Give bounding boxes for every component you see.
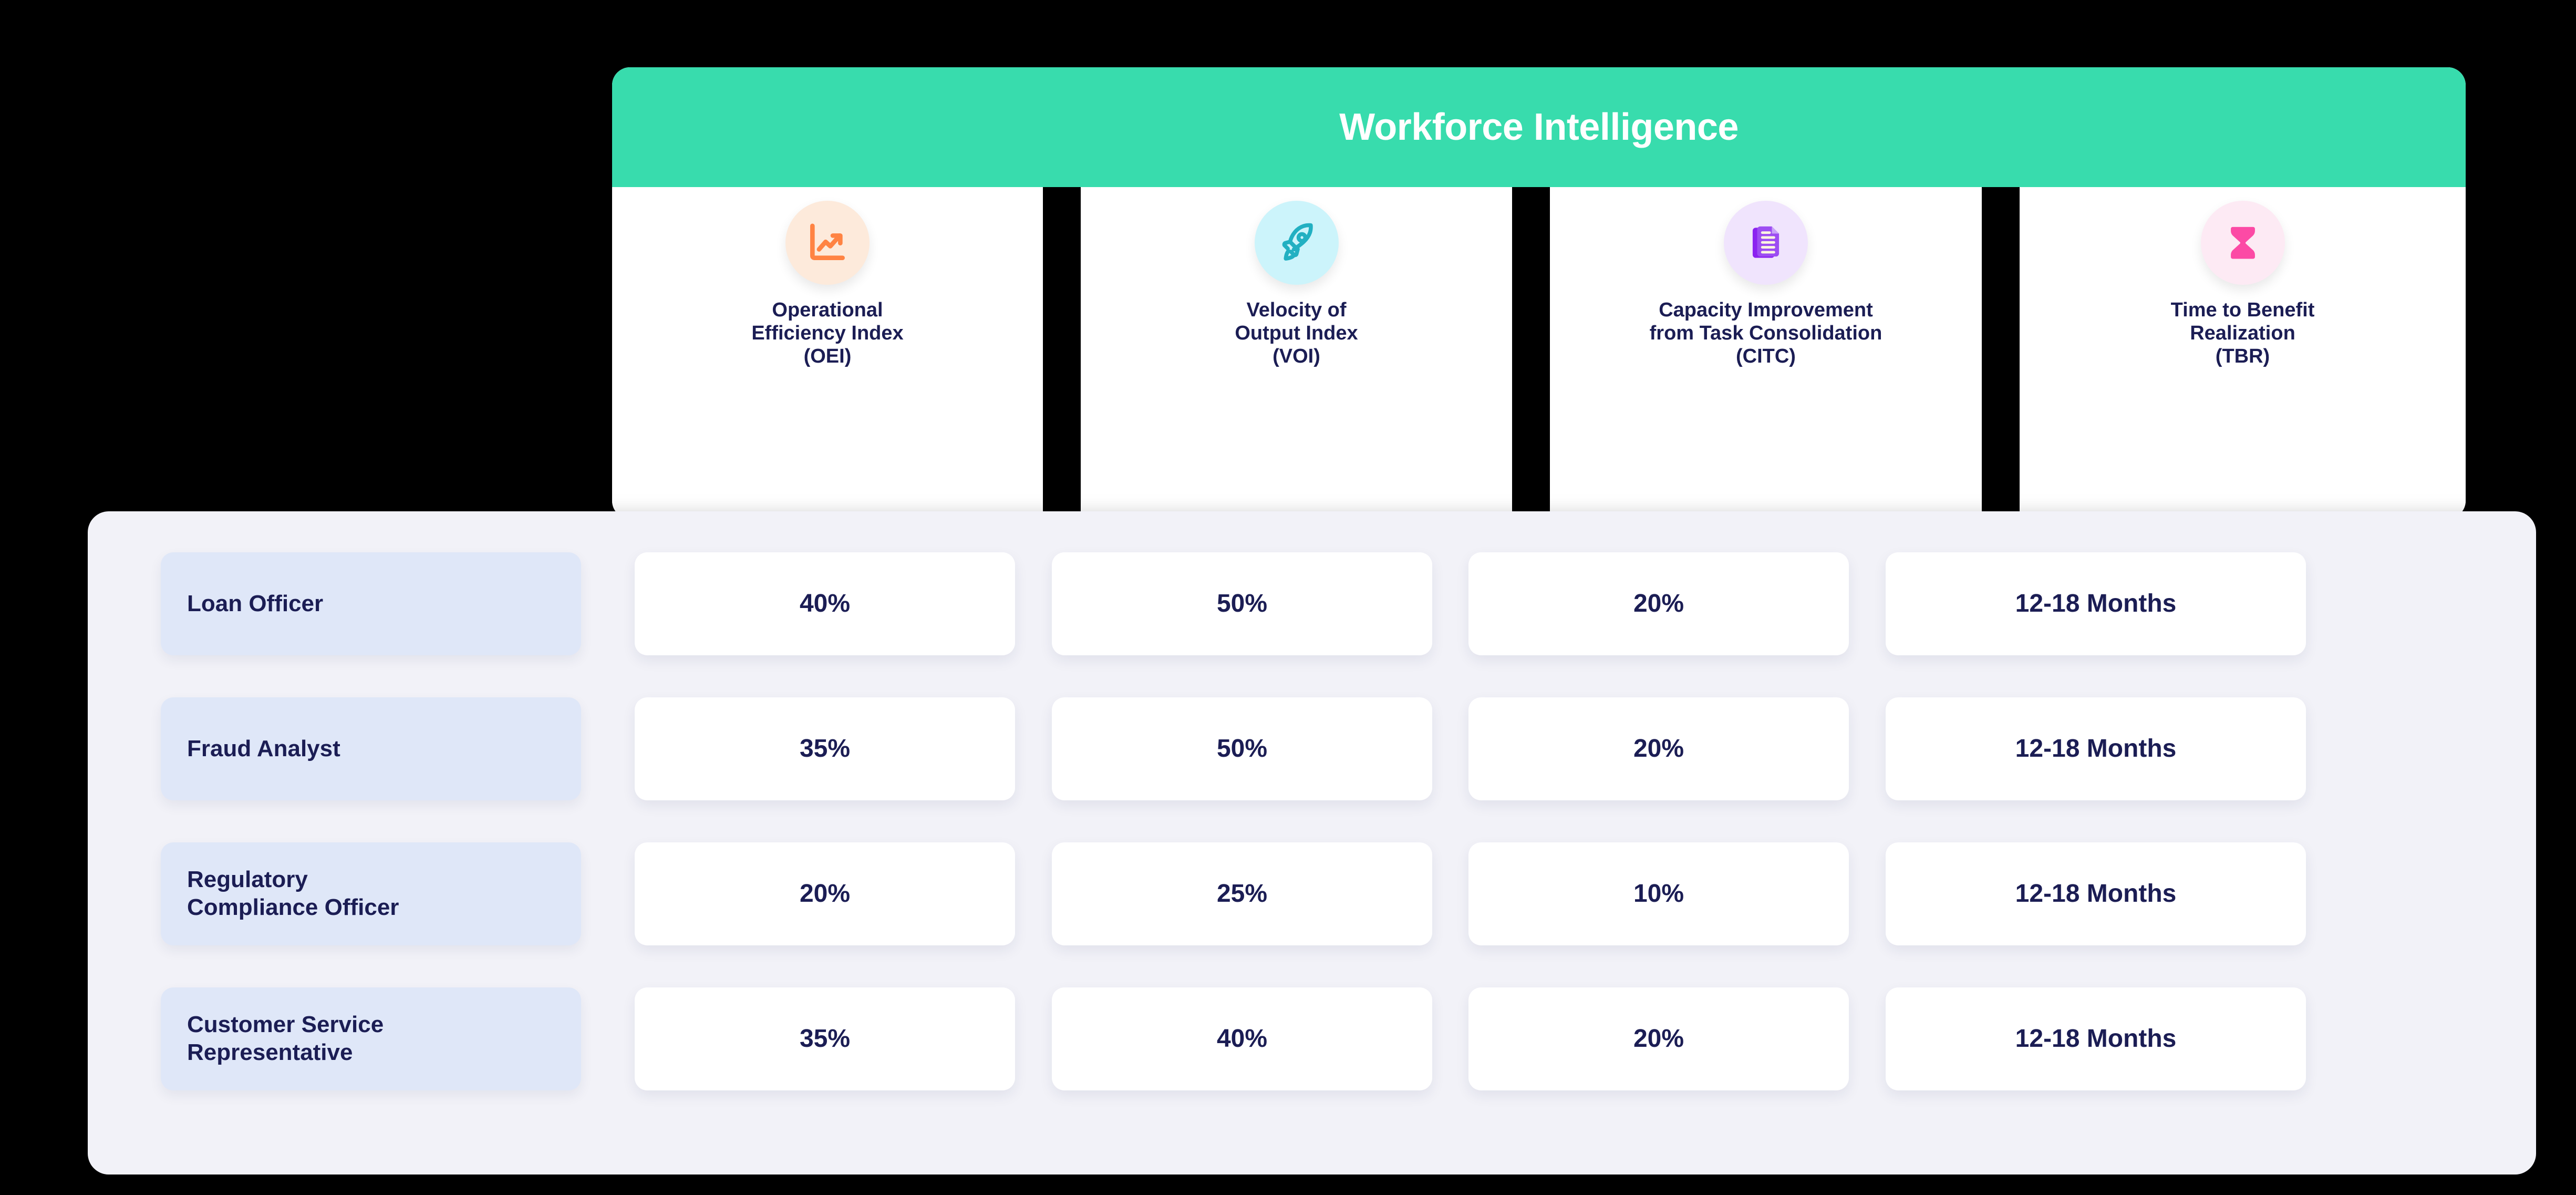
- role-cell[interactable]: Fraud Analyst: [161, 697, 581, 800]
- page-title: Workforce Intelligence: [1339, 106, 1739, 148]
- role-cell[interactable]: Loan Officer: [161, 552, 581, 655]
- metric-value: 20%: [799, 880, 851, 908]
- metric-value: 12-18 Months: [2015, 1025, 2177, 1053]
- metric-cell-tbr[interactable]: 12-18 Months: [1886, 842, 2306, 945]
- metric-column-voi[interactable]: Velocity of Output Index (VOI): [1081, 187, 1512, 519]
- metric-value: 40%: [1216, 1025, 1268, 1053]
- metric-value: 12-18 Months: [2015, 735, 2177, 763]
- metric-value: 10%: [1633, 880, 1684, 908]
- metric-label-citc: Capacity Improvement from Task Consolida…: [1649, 299, 1882, 368]
- metric-cell-voi[interactable]: 50%: [1052, 697, 1432, 800]
- rocket-icon: [1254, 201, 1339, 285]
- role-label: Fraud Analyst: [187, 735, 340, 761]
- workforce-intelligence-header-card: Workforce Intelligence Operational Effic…: [612, 67, 2466, 519]
- metric-column-header-row: Operational Efficiency Index (OEI) Veloc…: [612, 187, 2466, 519]
- metrics-table-panel: Loan Officer 40% 50% 20% 12-18 Months Fr…: [88, 511, 2536, 1175]
- hourglass-icon: [2200, 201, 2285, 285]
- header-banner: Workforce Intelligence: [612, 67, 2466, 187]
- metric-value: 40%: [799, 590, 851, 617]
- metric-column-oei[interactable]: Operational Efficiency Index (OEI): [612, 187, 1043, 519]
- chart-line-up-icon: [785, 201, 870, 285]
- metric-value: 12-18 Months: [2015, 880, 2177, 908]
- table-row: Regulatory Compliance Officer 20% 25% 10…: [88, 837, 2536, 951]
- metric-column-tbr[interactable]: Time to Benefit Realization (TBR): [2020, 187, 2466, 519]
- metric-value: 20%: [1633, 590, 1684, 617]
- metric-cell-oei[interactable]: 40%: [635, 552, 1015, 655]
- metric-cell-voi[interactable]: 50%: [1052, 552, 1432, 655]
- metric-cell-oei[interactable]: 20%: [635, 842, 1015, 945]
- metric-value: 12-18 Months: [2015, 590, 2177, 617]
- metric-cell-oei[interactable]: 35%: [635, 697, 1015, 800]
- metric-value: 25%: [1216, 880, 1268, 908]
- table-row: Customer Service Representative 35% 40% …: [88, 982, 2536, 1096]
- metric-label-oei: Operational Efficiency Index (OEI): [751, 299, 904, 368]
- metric-cell-tbr[interactable]: 12-18 Months: [1886, 697, 2306, 800]
- metric-label-voi: Velocity of Output Index (VOI): [1235, 299, 1358, 368]
- metric-cell-citc[interactable]: 20%: [1468, 697, 1849, 800]
- metric-cell-voi[interactable]: 25%: [1052, 842, 1432, 945]
- table-row: Fraud Analyst 35% 50% 20% 12-18 Months: [88, 692, 2536, 806]
- metric-cell-citc[interactable]: 20%: [1468, 987, 1849, 1090]
- metric-cell-citc[interactable]: 10%: [1468, 842, 1849, 945]
- role-label: Customer Service Representative: [187, 1012, 384, 1065]
- role-cell[interactable]: Regulatory Compliance Officer: [161, 842, 581, 945]
- metric-value: 50%: [1216, 735, 1268, 763]
- metric-cell-tbr[interactable]: 12-18 Months: [1886, 987, 2306, 1090]
- metric-cell-citc[interactable]: 20%: [1468, 552, 1849, 655]
- metric-value: 50%: [1216, 590, 1268, 617]
- role-label: Regulatory Compliance Officer: [187, 867, 399, 920]
- metric-value: 35%: [799, 1025, 851, 1053]
- metric-column-citc[interactable]: Capacity Improvement from Task Consolida…: [1550, 187, 1982, 519]
- column-divider-gap: [1043, 187, 1081, 519]
- column-divider-gap: [1982, 187, 2020, 519]
- metric-cell-voi[interactable]: 40%: [1052, 987, 1432, 1090]
- metric-cell-oei[interactable]: 35%: [635, 987, 1015, 1090]
- metric-cell-tbr[interactable]: 12-18 Months: [1886, 552, 2306, 655]
- metric-value: 20%: [1633, 1025, 1684, 1053]
- document-list-icon: [1724, 201, 1808, 285]
- role-cell[interactable]: Customer Service Representative: [161, 987, 581, 1090]
- metric-label-tbr: Time to Benefit Realization (TBR): [2170, 299, 2315, 368]
- table-row: Loan Officer 40% 50% 20% 12-18 Months: [88, 547, 2536, 661]
- metric-value: 20%: [1633, 735, 1684, 763]
- metric-value: 35%: [799, 735, 851, 763]
- role-label: Loan Officer: [187, 590, 324, 616]
- column-divider-gap: [1512, 187, 1550, 519]
